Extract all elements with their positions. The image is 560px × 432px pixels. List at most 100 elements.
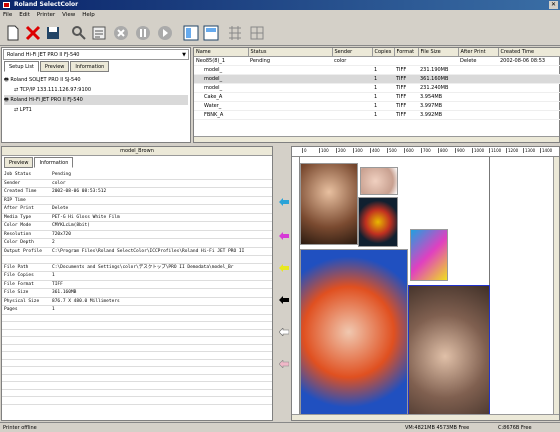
job-list-panel: Name Status Sender Copies Format File Size Aft… — [193, 47, 560, 143]
table-row[interactable]: FBNK_A 1 TIFF 3.992MB — [194, 110, 560, 120]
cell: 3.992MB — [418, 110, 458, 120]
property-row: Color Mode CMYKLcLm(8bit) — [2, 221, 272, 231]
menu-help[interactable]: Help — [82, 12, 95, 18]
cell — [332, 92, 372, 102]
table-row[interactable]: model_ 1 TIFF 361.160MB — [194, 74, 560, 84]
tab-setup-list[interactable]: Setup List — [4, 61, 39, 72]
cell — [248, 92, 332, 102]
col-header[interactable]: File Size — [418, 48, 459, 57]
property-value: CMYKLcLm(8bit) — [50, 221, 272, 231]
tab-preview[interactable]: Preview — [4, 157, 34, 168]
preview-vscroll[interactable] — [553, 157, 559, 415]
image-thumb[interactable] — [300, 249, 408, 415]
tab-preview[interactable]: Preview — [39, 61, 70, 72]
cell: model_ — [194, 83, 248, 93]
ruler-tick: 1400 — [540, 148, 553, 153]
cell: TIFF — [394, 74, 418, 84]
move-left-icon[interactable] — [279, 360, 289, 368]
delete-icon[interactable] — [24, 24, 42, 42]
play-icon[interactable] — [156, 24, 174, 42]
printer-combo[interactable]: Roland Hi-Fi JET PRO II FJ-540 ▼ — [3, 49, 189, 60]
property-row: File Format TIFF — [2, 280, 272, 289]
empty-cell — [2, 336, 50, 345]
empty-cell — [50, 314, 272, 322]
tree-item-port[interactable]: ⇄ TCP/IP 133.111.126.97:9100 — [4, 85, 188, 95]
col-header[interactable]: Format — [394, 48, 419, 57]
layout-icon[interactable] — [182, 24, 200, 42]
property-row: File Path C:\Documents and Settings\color… — [2, 263, 272, 272]
table-row[interactable]: model_ 1 TIFF 231.190MB — [194, 65, 560, 75]
property-label: Physical Size — [2, 297, 50, 306]
media-sheet — [300, 157, 490, 415]
properties-icon[interactable] — [90, 24, 108, 42]
empty-cell — [2, 329, 50, 337]
image-thumb[interactable] — [410, 229, 448, 281]
col-header[interactable]: After Print — [458, 48, 499, 57]
tab-information[interactable]: Information — [34, 157, 74, 168]
cell: Neo85(8)_1 — [194, 56, 248, 66]
move-left-icon[interactable] — [279, 328, 289, 336]
table-row[interactable]: Water_ 1 TIFF 3.997MB — [194, 101, 560, 111]
cell: 361.160MB — [418, 74, 458, 84]
tree-item-port[interactable]: ⇄ LPT1 — [4, 105, 188, 115]
property-label: File Path — [2, 263, 50, 272]
cell: 1 — [372, 65, 394, 75]
property-row: File Size 361.160MB — [2, 288, 272, 298]
col-header[interactable]: Sender — [332, 48, 373, 57]
col-header[interactable]: Name — [194, 48, 249, 57]
col-header[interactable]: Copies — [372, 48, 395, 57]
table-row[interactable]: Cake_A 1 TIFF 3.954MB — [194, 92, 560, 102]
image-thumb-selected[interactable] — [408, 285, 490, 415]
job-table: Name Status Sender Copies Format File Size Aft… — [194, 48, 560, 120]
job-list-hscroll[interactable] — [194, 136, 559, 142]
empty-cell — [50, 389, 272, 397]
tree-item-printer[interactable]: 🖶 Roland SOLJET PRO II SJ-540 — [4, 75, 188, 85]
close-icon[interactable]: ✕ — [549, 1, 558, 9]
image-thumb[interactable] — [300, 163, 358, 245]
table-row[interactable]: Neo85(8)_1 Pending color Delete 2002-08-06 0… — [194, 56, 560, 66]
property-label — [2, 255, 50, 264]
cell: 1 — [372, 110, 394, 120]
tree-item-printer[interactable]: 🖶 Roland Hi-Fi JET PRO II FJ-540 — [4, 95, 188, 105]
cell: Pending — [248, 56, 332, 66]
property-row-empty — [2, 389, 272, 397]
grid-icon[interactable] — [226, 24, 244, 42]
grid-alt-icon[interactable] — [248, 24, 266, 42]
ruler-tick: 400 — [370, 148, 380, 153]
pause-icon[interactable] — [134, 24, 152, 42]
menu-printer[interactable]: Printer — [37, 12, 55, 18]
cell — [332, 65, 372, 75]
cell — [248, 110, 332, 120]
cell — [332, 110, 372, 120]
image-thumb[interactable] — [358, 197, 398, 247]
property-row: After Print Delete — [2, 204, 272, 214]
col-header[interactable]: Status — [248, 48, 333, 57]
move-left-icon[interactable] — [279, 264, 289, 272]
menu-view[interactable]: View — [62, 12, 75, 18]
col-header[interactable]: Created Time — [498, 48, 560, 57]
new-icon[interactable] — [4, 24, 22, 42]
cell — [332, 83, 372, 93]
property-row-empty — [2, 396, 272, 405]
empty-cell — [50, 344, 272, 352]
empty-cell — [2, 374, 50, 382]
table-row[interactable]: model_ 1 TIFF 231.240MB — [194, 83, 560, 93]
move-left-icon[interactable] — [279, 232, 289, 240]
arrange-icon[interactable] — [202, 24, 220, 42]
property-value — [50, 196, 272, 205]
stop-icon[interactable] — [112, 24, 130, 42]
tree-item-label: LPT1 — [19, 107, 32, 113]
menu-file[interactable]: File — [3, 12, 12, 18]
tab-information[interactable]: Information — [70, 61, 110, 72]
menu-edit[interactable]: Edit — [19, 12, 30, 18]
move-left-icon[interactable] — [279, 296, 289, 304]
preview-hscroll[interactable] — [292, 414, 559, 420]
image-thumb[interactable] — [360, 167, 398, 195]
cell: color — [332, 56, 372, 66]
search-icon[interactable] — [70, 24, 88, 42]
save-icon[interactable] — [44, 24, 62, 42]
property-row-empty — [2, 336, 272, 345]
empty-cell — [50, 396, 272, 405]
empty-cell — [2, 351, 50, 360]
move-left-icon[interactable] — [279, 198, 289, 206]
